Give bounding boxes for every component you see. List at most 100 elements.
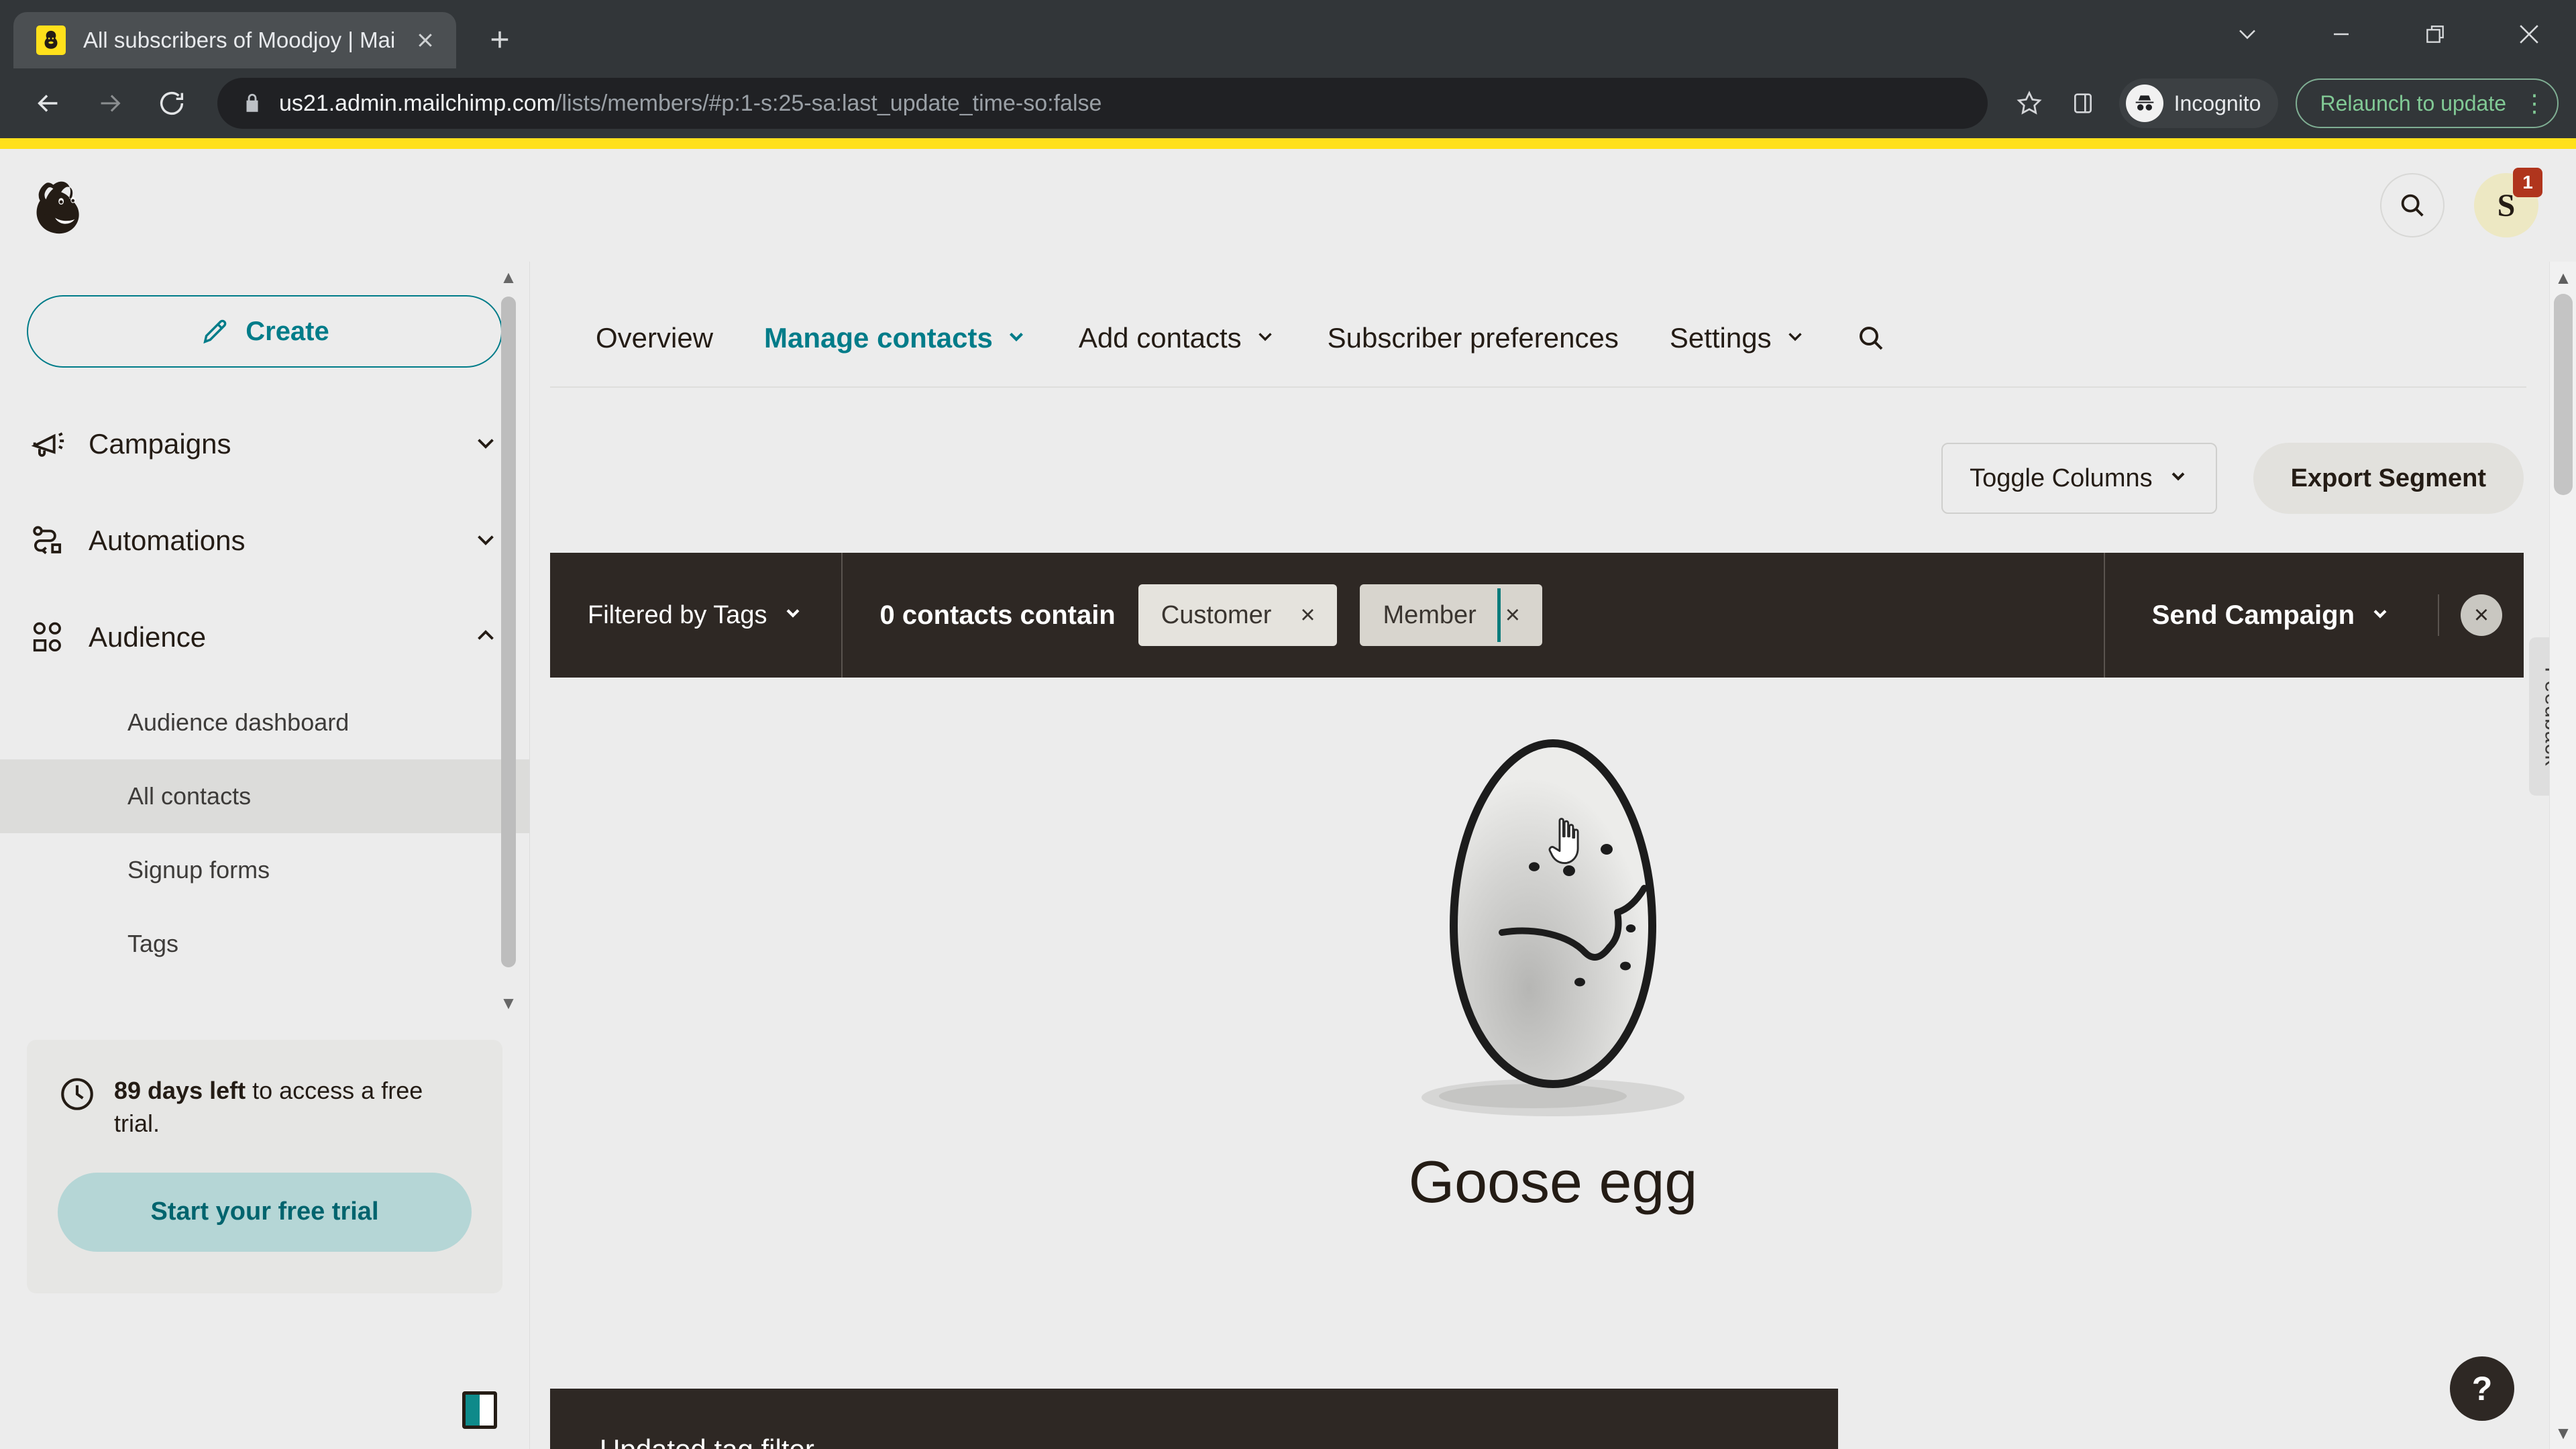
- restore-icon[interactable]: [2388, 0, 2482, 68]
- sidebar-item-tags[interactable]: Tags: [0, 907, 529, 981]
- sidebar-item-all-contacts[interactable]: All contacts: [0, 759, 529, 833]
- tab-label: Manage contacts: [764, 322, 993, 354]
- sidebar-item-audience[interactable]: Audience: [0, 589, 529, 686]
- filter-bar-right: Send Campaign ×: [2103, 553, 2524, 678]
- tab-settings[interactable]: Settings: [1644, 310, 1832, 386]
- close-icon[interactable]: ×: [1499, 601, 1526, 630]
- content-tabs: Overview Manage contacts Add contacts Su…: [550, 262, 2526, 388]
- filter-chips-area: 0 contacts contain Customer × Member ×: [843, 553, 2104, 678]
- export-segment-button[interactable]: Export Segment: [2253, 443, 2524, 514]
- app-header: S 1: [0, 149, 2576, 262]
- start-free-trial-button[interactable]: Start your free trial: [58, 1172, 472, 1252]
- sidebar-item-automations[interactable]: Automations: [0, 492, 529, 589]
- scroll-up-arrow[interactable]: ▲: [2550, 264, 2576, 291]
- cracked-egg-illustration: [1405, 724, 1701, 1130]
- scroll-down-arrow[interactable]: ▼: [2550, 1419, 2576, 1446]
- contacts-count-text: 0 contacts contain: [879, 600, 1116, 630]
- sidebar-item-audience-dashboard[interactable]: Audience dashboard: [0, 686, 529, 759]
- send-campaign-label: Send Campaign: [2151, 600, 2355, 630]
- sidebar-item-label: Campaigns: [89, 428, 231, 460]
- sidebar-nav: Campaigns Automations Audience Audience …: [0, 396, 529, 981]
- help-button[interactable]: ?: [2450, 1356, 2514, 1421]
- chevron-down-icon: [1005, 322, 1028, 354]
- side-panel-icon[interactable]: [2056, 90, 2110, 117]
- close-window-icon[interactable]: [2482, 0, 2576, 68]
- browser-tab[interactable]: All subscribers of Moodjoy | Mai: [13, 12, 456, 68]
- close-icon[interactable]: ×: [1294, 601, 1321, 630]
- incognito-label: Incognito: [2174, 91, 2261, 115]
- tab-add-contacts[interactable]: Add contacts: [1053, 310, 1302, 386]
- tag-chip-customer[interactable]: Customer ×: [1138, 584, 1338, 646]
- send-campaign-button[interactable]: Send Campaign: [2105, 600, 2438, 631]
- table-actions: Toggle Columns Export Segment: [530, 443, 2524, 514]
- sidebar-item-campaigns[interactable]: Campaigns: [0, 396, 529, 492]
- browser-window: All subscribers of Moodjoy | Mai us21.ad…: [0, 0, 2576, 1449]
- chevron-up-icon: [472, 622, 500, 653]
- notification-badge: 1: [2513, 168, 2542, 197]
- search-icon[interactable]: [2380, 173, 2445, 237]
- main-scrollbar-thumb[interactable]: [2554, 294, 2573, 495]
- mailchimp-monkey-logo[interactable]: [27, 168, 106, 242]
- filtered-by-tags-label: Filtered by Tags: [588, 600, 767, 629]
- sidebar-subitem-label: Audience dashboard: [127, 708, 350, 736]
- chevron-down-icon: [472, 429, 500, 460]
- main-scrollbar[interactable]: ▲ ▼: [2549, 262, 2576, 1449]
- minimize-to-tray-icon[interactable]: [2200, 0, 2294, 68]
- pencil-icon: [203, 319, 227, 344]
- tab-subscriber-preferences[interactable]: Subscriber preferences: [1302, 310, 1644, 386]
- scroll-up-arrow[interactable]: ▲: [497, 266, 520, 288]
- browser-toolbar: us21.admin.mailchimp.com/lists/members/#…: [0, 68, 2576, 138]
- trial-text: 89 days left to access a free trial.: [114, 1075, 472, 1140]
- sidebar-subitem-label: Signup forms: [127, 856, 270, 883]
- arrow-right-icon[interactable]: [79, 72, 141, 134]
- toggle-columns-button[interactable]: Toggle Columns: [1941, 443, 2217, 514]
- tab-close-icon[interactable]: [408, 23, 443, 58]
- url-text: us21.admin.mailchimp.com/lists/members/#…: [279, 91, 1102, 117]
- toast-notification: Updated tag filter: [550, 1389, 1838, 1449]
- tab-manage-contacts[interactable]: Manage contacts: [739, 310, 1053, 386]
- tab-label: Overview: [596, 322, 714, 354]
- dismiss-filter-button[interactable]: ×: [2438, 594, 2524, 636]
- star-icon[interactable]: [2002, 89, 2056, 118]
- scroll-down-arrow[interactable]: ▼: [497, 991, 520, 1013]
- chevron-down-icon: [2167, 464, 2189, 493]
- incognito-indicator[interactable]: Incognito: [2118, 78, 2279, 128]
- address-bar[interactable]: us21.admin.mailchimp.com/lists/members/#…: [217, 78, 1988, 129]
- window-controls: [2200, 0, 2576, 68]
- tab-overview[interactable]: Overview: [570, 310, 739, 386]
- chevron-down-icon: [1784, 322, 1807, 354]
- tab-search-icon[interactable]: [1832, 310, 1910, 386]
- tab-strip: All subscribers of Moodjoy | Mai: [0, 0, 2576, 68]
- chevron-down-icon: [2369, 600, 2391, 631]
- collapse-panel-icon[interactable]: [462, 1391, 497, 1429]
- chevron-down-icon: [782, 601, 804, 630]
- create-button[interactable]: Create: [27, 295, 502, 368]
- app-header-actions: S 1: [2380, 168, 2542, 237]
- tag-chip-label: Member: [1383, 600, 1477, 629]
- new-tab-button[interactable]: [475, 15, 525, 64]
- megaphone-icon: [27, 423, 68, 465]
- tab-label: Subscriber preferences: [1327, 322, 1619, 354]
- start-free-trial-label: Start your free trial: [150, 1197, 379, 1226]
- create-button-label: Create: [246, 316, 329, 346]
- avatar[interactable]: S 1: [2474, 168, 2542, 237]
- chevron-down-icon: [472, 525, 500, 557]
- three-dot-menu-icon[interactable]: ⋮: [2521, 91, 2548, 115]
- chevron-down-icon: [1254, 322, 1277, 354]
- sidebar-scrollbar-thumb[interactable]: [501, 297, 516, 967]
- filtered-by-tags-dropdown[interactable]: Filtered by Tags: [550, 553, 843, 678]
- url-host: us21.admin.mailchimp.com: [279, 90, 555, 116]
- export-segment-label: Export Segment: [2290, 464, 2486, 492]
- empty-state: Goose egg: [530, 678, 2576, 1216]
- sidebar-item-signup-forms[interactable]: Signup forms: [0, 833, 529, 907]
- minimize-icon[interactable]: [2294, 0, 2388, 68]
- audience-icon: [27, 616, 68, 658]
- relaunch-to-update-button[interactable]: Relaunch to update ⋮: [2296, 78, 2559, 128]
- clock-icon: [58, 1075, 97, 1140]
- sidebar-subitem-label: Tags: [127, 930, 179, 957]
- chip-divider: [1497, 588, 1501, 642]
- reload-icon[interactable]: [141, 72, 203, 134]
- empty-state-title: Goose egg: [1408, 1148, 1698, 1215]
- tag-chip-member[interactable]: Member ×: [1360, 584, 1542, 646]
- arrow-left-icon[interactable]: [17, 72, 79, 134]
